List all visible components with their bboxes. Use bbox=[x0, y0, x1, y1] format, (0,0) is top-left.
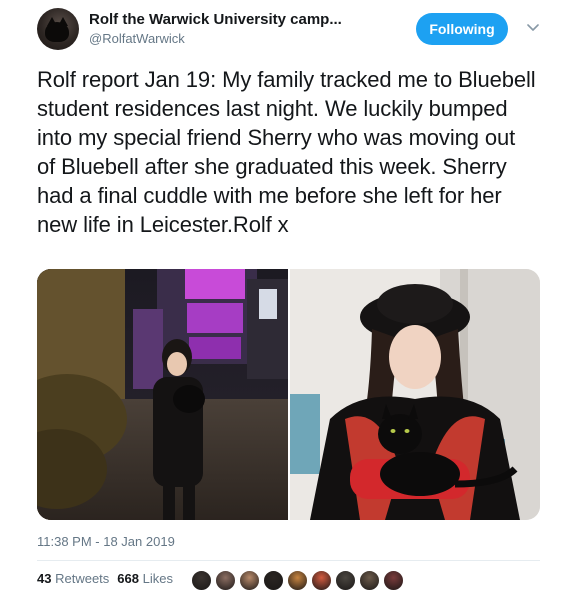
liker-avatar[interactable] bbox=[287, 570, 308, 591]
liker-avatar[interactable] bbox=[191, 570, 212, 591]
liker-avatar[interactable] bbox=[335, 570, 356, 591]
following-button[interactable]: Following bbox=[416, 13, 508, 45]
tweet-photo-night-scene[interactable] bbox=[37, 269, 288, 520]
retweets-stat[interactable]: 43 Retweets bbox=[37, 571, 109, 586]
avatar-cat-head bbox=[45, 22, 69, 42]
likes-count: 668 bbox=[117, 571, 139, 586]
likes-label: Likes bbox=[142, 571, 173, 586]
divider bbox=[37, 560, 540, 561]
liker-avatar[interactable] bbox=[383, 570, 404, 591]
liker-avatars bbox=[191, 570, 407, 591]
retweets-count: 43 bbox=[37, 571, 52, 586]
tweet-text: Rolf report Jan 19: My family tracked me… bbox=[37, 67, 536, 237]
tweet-timestamp[interactable]: 11:38 PM - 18 Jan 2019 bbox=[37, 534, 175, 549]
liker-avatar[interactable] bbox=[359, 570, 380, 591]
user-handle[interactable]: @RolfatWarwick bbox=[89, 31, 185, 46]
user-display-name[interactable]: Rolf the Warwick University camp... bbox=[89, 11, 342, 28]
liker-avatar[interactable] bbox=[263, 570, 284, 591]
liker-avatar[interactable] bbox=[239, 570, 260, 591]
chevron-down-icon[interactable] bbox=[525, 20, 541, 36]
tweet-card: Rolf the Warwick University camp... @Rol… bbox=[0, 0, 576, 603]
tweet-photo-graduate[interactable] bbox=[290, 269, 540, 520]
liker-avatar[interactable] bbox=[311, 570, 332, 591]
likes-stat[interactable]: 668 Likes bbox=[117, 571, 173, 586]
liker-avatar[interactable] bbox=[215, 570, 236, 591]
retweets-label: Retweets bbox=[55, 571, 110, 586]
avatar[interactable] bbox=[37, 8, 79, 50]
engagement-stats: 43 Retweets 668 Likes bbox=[37, 571, 173, 586]
